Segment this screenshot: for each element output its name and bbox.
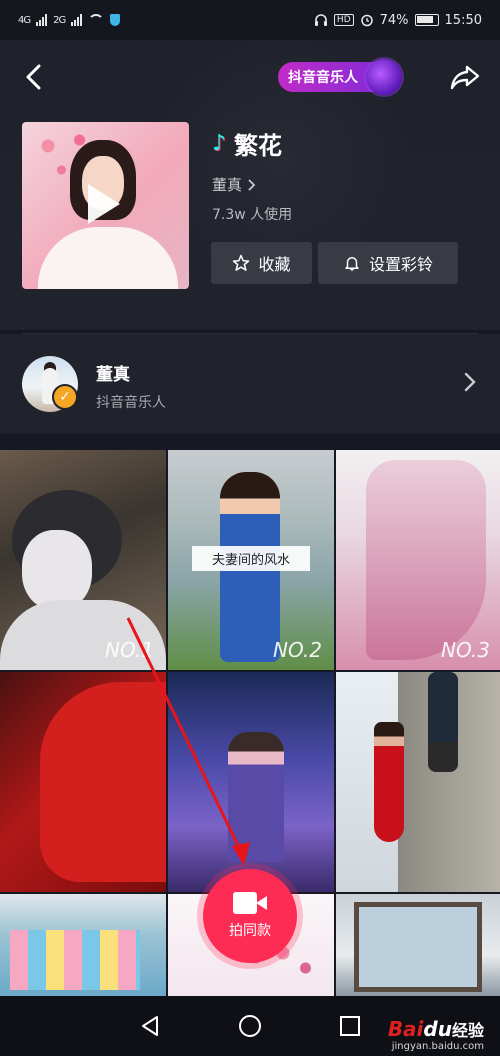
nav-recents-button[interactable]: [330, 1006, 370, 1046]
nav-recents-icon: [340, 1016, 360, 1036]
favorite-button[interactable]: 收藏: [211, 242, 312, 284]
usage-count: 7.3w 人使用: [212, 207, 293, 223]
tile-3-dress: [366, 460, 486, 660]
play-icon[interactable]: [88, 184, 120, 224]
song-title-row: ♪ 繁花: [212, 126, 282, 161]
alarm-icon: [360, 14, 373, 27]
watermark-url: jingyan.baidu.com: [391, 1041, 484, 1052]
rank-label: NO.1: [105, 638, 154, 662]
artist-name: 董真: [96, 365, 130, 385]
shield-icon: [110, 14, 121, 26]
video-tile-2[interactable]: 夫妻间的风水 NO.2: [168, 450, 334, 670]
video-caption: 夫妻间的风水: [192, 546, 310, 571]
share-icon: [450, 65, 480, 90]
tile-9-window: [354, 902, 482, 992]
video-tile-4[interactable]: [0, 672, 166, 892]
status-left: 4G 2G: [18, 14, 121, 26]
cover-dress: [38, 227, 178, 289]
nav-home-button[interactable]: [230, 1006, 270, 1046]
music-note-icon: ♪: [212, 131, 227, 156]
network-type-2: 2G: [53, 14, 66, 26]
artist-link[interactable]: 董真: [212, 174, 256, 195]
camera-lens: [256, 896, 267, 910]
watermark-logo-suffix: 经验: [451, 1021, 484, 1040]
signal-icon: [36, 14, 48, 26]
artist-row[interactable]: ✓ 董真 抖音音乐人: [0, 334, 500, 434]
status-right: HD 74% 15:50: [314, 13, 482, 28]
bell-icon: [345, 257, 359, 271]
network-type-1: 4G: [18, 14, 31, 26]
song-cover[interactable]: [22, 122, 189, 289]
song-header: 抖音音乐人 ♪ 繁花 董真 7.3w 人使用 收藏 设置彩铃: [0, 40, 500, 330]
back-button[interactable]: [18, 62, 48, 92]
shoot-same-label: 拍同款: [229, 923, 271, 939]
favorite-label: 收藏: [258, 255, 291, 274]
shoot-same-button[interactable]: 拍同款: [203, 869, 297, 963]
camera-icon: [233, 892, 267, 914]
nav-home-icon: [239, 1015, 261, 1037]
battery-percent: 74%: [379, 12, 409, 28]
tile-7-stall: [10, 930, 140, 990]
back-icon: [26, 64, 41, 90]
camera-body: [233, 892, 257, 914]
chevron-right-icon[interactable]: [464, 372, 476, 392]
chevron-right-icon: [248, 178, 256, 191]
ringtone-label: 设置彩铃: [368, 255, 433, 274]
musician-badge-label: 抖音音乐人: [288, 70, 358, 86]
tile-5-figure: [228, 732, 284, 862]
hd-icon: HD: [333, 14, 354, 26]
tile-6-figure-1: [374, 722, 404, 842]
share-button[interactable]: [448, 62, 482, 92]
nav-back-button[interactable]: [130, 1006, 170, 1046]
artist-tag: 抖音音乐人: [96, 395, 166, 411]
video-tile-1[interactable]: NO.1: [0, 450, 166, 670]
signal-icon-2: [71, 14, 83, 26]
watermark: Baidu经验 jingyan.baidu.com: [388, 1017, 484, 1052]
artist-link-label: 董真: [212, 176, 243, 194]
wifi-icon: [88, 14, 105, 26]
musician-badge[interactable]: 抖音音乐人: [278, 59, 402, 95]
tile-6-figure-2: [428, 672, 458, 772]
clock: 15:50: [444, 12, 482, 28]
planet-icon: [366, 59, 402, 95]
nav-back-icon: [142, 1016, 158, 1036]
tile-1-face: [22, 530, 92, 610]
watermark-logo: Baidu经验: [388, 1017, 484, 1041]
video-tile-3[interactable]: NO.3: [336, 450, 500, 670]
watermark-logo-prefix: Bai: [387, 1017, 424, 1041]
video-tile-6[interactable]: [336, 672, 500, 892]
video-tile-5[interactable]: [168, 672, 334, 892]
rank-label: NO.2: [273, 638, 322, 662]
watermark-logo-mid: du: [423, 1017, 452, 1041]
rank-label: NO.3: [441, 638, 490, 662]
set-ringtone-button[interactable]: 设置彩铃: [318, 242, 458, 284]
verified-icon: ✓: [52, 384, 78, 410]
tile-4-shape: [40, 682, 166, 882]
battery-icon: [414, 14, 439, 26]
video-tile-9[interactable]: [336, 894, 500, 996]
song-title: 繁花: [234, 132, 283, 160]
video-tile-7[interactable]: [0, 894, 166, 996]
headphones-icon: [314, 14, 327, 26]
status-bar: 4G 2G HD 74% 15:50: [0, 0, 500, 40]
star-icon: [233, 254, 250, 271]
